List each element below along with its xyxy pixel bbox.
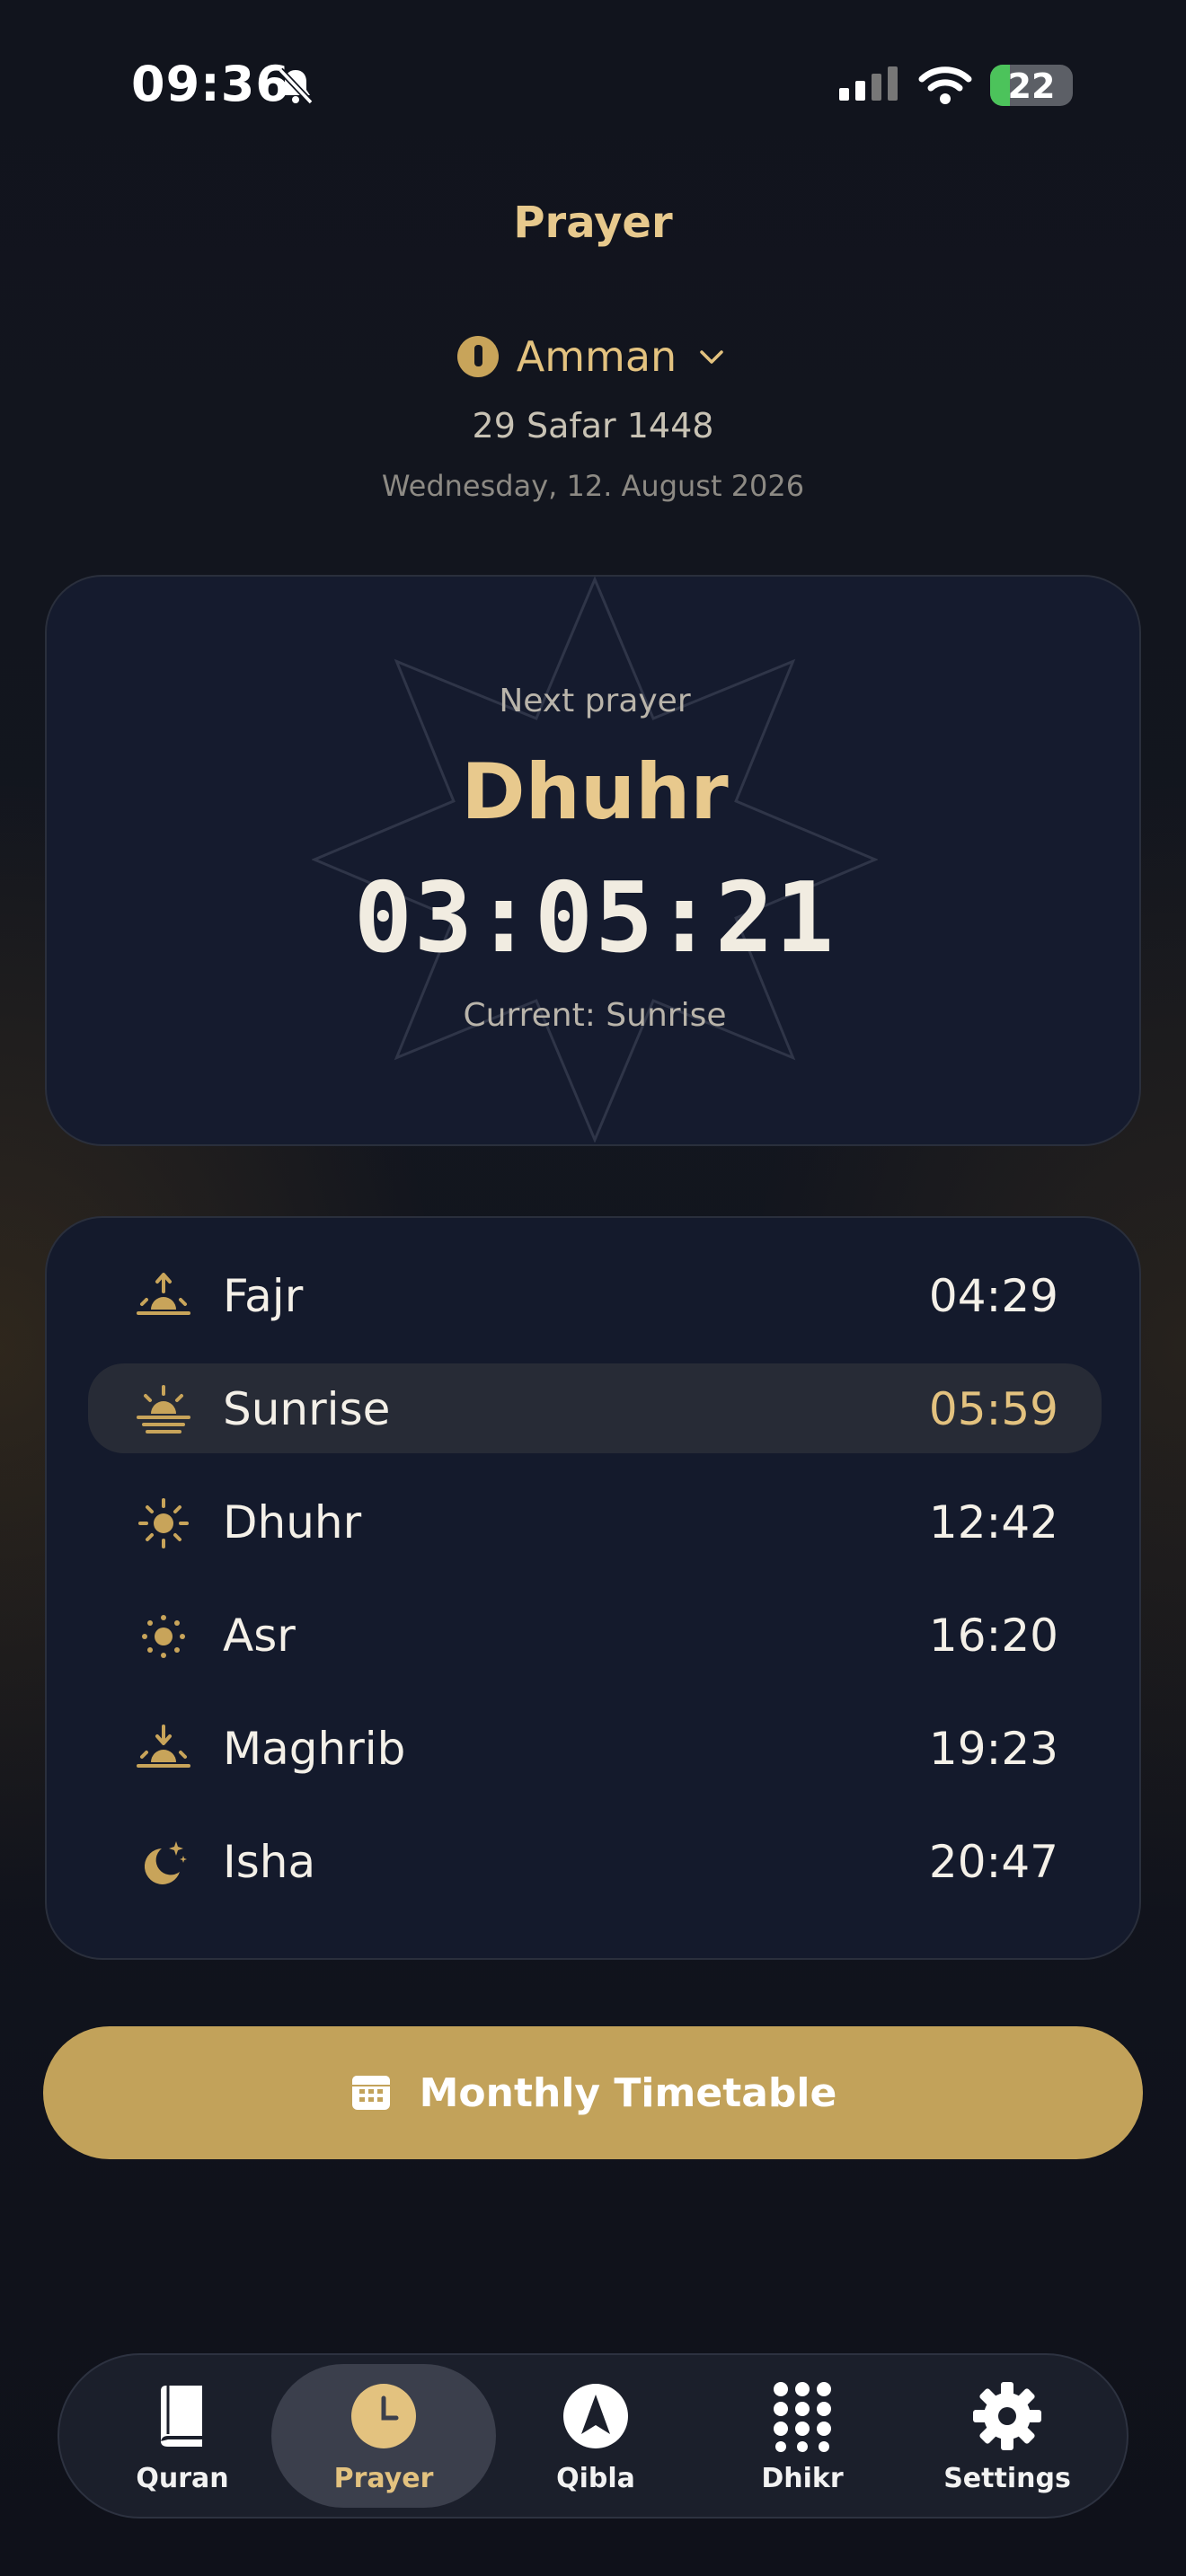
- wifi-icon: [918, 66, 972, 104]
- prayer-time: 04:29: [928, 1270, 1058, 1322]
- prayer-row-sunrise[interactable]: Sunrise 05:59: [88, 1363, 1102, 1453]
- prayer-name: Maghrib: [223, 1723, 406, 1775]
- prayer-time: 19:23: [928, 1723, 1058, 1775]
- chevron-down-icon: [700, 350, 723, 364]
- sunset-arrow-icon: [137, 1725, 190, 1768]
- prayer-time: 12:42: [928, 1496, 1058, 1548]
- eight-point-star-ornament: [312, 577, 878, 1142]
- moon-stars-icon: [144, 1841, 187, 1884]
- status-time: 09:36: [131, 56, 290, 112]
- page-title: Prayer: [513, 198, 673, 248]
- prayer-row-asr[interactable]: Asr 16:20: [88, 1590, 1102, 1680]
- prayer-times-list: Fajr 04:29 Sunrise 05:59 Dhuhr 12:42 Asr…: [45, 1216, 1141, 1960]
- sun-small-icon: [142, 1615, 185, 1658]
- prayer-row-dhuhr[interactable]: Dhuhr 12:42: [88, 1477, 1102, 1566]
- tab-settings[interactable]: Settings: [895, 2364, 1120, 2508]
- location-selector[interactable]: Amman: [0, 332, 1186, 381]
- gear-icon: [973, 2382, 1041, 2450]
- current-prayer: Current: Sunrise: [463, 997, 727, 1034]
- tab-label: Settings: [943, 2463, 1071, 2494]
- next-prayer-name: Dhuhr: [461, 747, 729, 837]
- prayer-time: 16:20: [928, 1610, 1058, 1662]
- prayer-row-maghrib[interactable]: Maghrib 19:23: [88, 1703, 1102, 1793]
- prayer-name: Asr: [223, 1610, 296, 1662]
- tab-label: Dhikr: [761, 2463, 844, 2494]
- tab-qibla[interactable]: Qibla: [483, 2364, 708, 2508]
- gregorian-date: Wednesday, 12. August 2026: [381, 469, 805, 503]
- battery-indicator: 22: [990, 65, 1073, 106]
- dots-grid-icon: [774, 2382, 831, 2452]
- monthly-timetable-button[interactable]: Monthly Timetable: [43, 2026, 1143, 2159]
- book-icon: [161, 2386, 202, 2447]
- prayer-row-isha[interactable]: Isha 20:47: [88, 1816, 1102, 1906]
- tab-quran[interactable]: Quran: [70, 2364, 295, 2508]
- monthly-timetable-label: Monthly Timetable: [419, 2069, 837, 2116]
- calendar-icon: [351, 2076, 390, 2110]
- battery-level: 22: [1007, 66, 1056, 106]
- next-prayer-label: Next prayer: [499, 683, 691, 719]
- tab-dhikr[interactable]: Dhikr: [690, 2364, 915, 2508]
- tab-prayer[interactable]: Prayer: [271, 2364, 496, 2508]
- prayer-name: Fajr: [223, 1270, 304, 1322]
- location-name: Amman: [516, 332, 677, 381]
- sunrise-arrow-icon: [137, 1273, 190, 1315]
- bell-slash-icon: [278, 67, 314, 105]
- prayer-name: Sunrise: [223, 1383, 391, 1435]
- location-pin-icon: [456, 336, 499, 377]
- prayer-name: Isha: [223, 1836, 316, 1888]
- tab-label: Qibla: [556, 2463, 635, 2494]
- compass-arrow-icon: [563, 2384, 628, 2448]
- next-prayer-card: Next prayer Dhuhr 03:05:21 Current: Sunr…: [45, 575, 1141, 1146]
- cellular-signal-icon: [839, 66, 898, 101]
- prayer-time: 05:59: [928, 1383, 1058, 1435]
- tab-label: Prayer: [333, 2463, 434, 2494]
- sun-icon: [138, 1498, 189, 1548]
- tab-label: Quran: [136, 2463, 229, 2494]
- hijri-date: 29 Safar 1448: [472, 406, 714, 446]
- prayer-row-fajr[interactable]: Fajr 04:29: [88, 1250, 1102, 1340]
- tab-bar: Quran Prayer Qibla Dhikr Settings: [58, 2353, 1128, 2519]
- prayer-time: 20:47: [928, 1836, 1058, 1888]
- countdown-timer: 03:05:21: [353, 862, 836, 975]
- prayer-name: Dhuhr: [223, 1496, 362, 1548]
- clock-icon: [351, 2384, 416, 2448]
- sun-horizon-icon: [137, 1385, 190, 1434]
